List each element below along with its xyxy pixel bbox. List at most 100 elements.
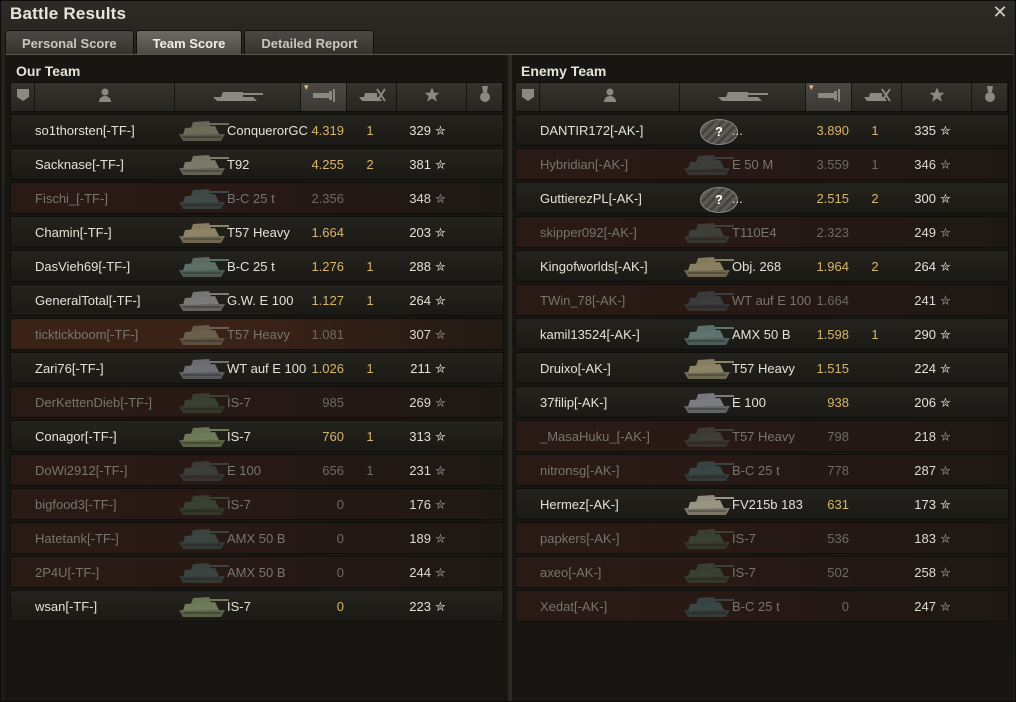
tank-name: WT auf E 100	[732, 293, 812, 308]
xp-star-icon: ✮	[435, 395, 446, 410]
table-row[interactable]: 37filip[-AK-] E 100 938 206 ✮	[515, 386, 1009, 418]
damage-value: 536	[827, 531, 849, 546]
tank-name: B-C 25 t	[732, 599, 780, 614]
tank-icon	[680, 150, 734, 178]
window-title: Battle Results	[10, 4, 127, 23]
tank-icon	[680, 286, 734, 314]
tank-icon	[175, 524, 229, 552]
sort-descending-icon: ▾	[304, 82, 309, 92]
table-row[interactable]: GuttierezPL[-AK-]?... 2.515 2 300 ✮	[515, 182, 1009, 214]
enemy-team-header-tank[interactable]	[680, 83, 806, 111]
table-row[interactable]: axeo[-AK-] IS-7 502 258 ✮	[515, 556, 1009, 588]
tank-icon	[680, 422, 734, 450]
xp-star-icon: ✮	[940, 157, 951, 172]
player-name: Hybridian[-AK-]	[540, 157, 629, 172]
table-row[interactable]: papkers[-AK-] IS-7 536 183 ✮	[515, 522, 1009, 554]
table-row[interactable]: skipper092[-AK-] T110E4 2.323 249 ✮	[515, 216, 1009, 248]
player-name: TWin_78[-AK-]	[540, 293, 626, 308]
tank-icon	[175, 116, 229, 144]
tank-name: IS-7	[227, 497, 251, 512]
table-row[interactable]: Conagor[-TF-] IS-7 760 1 313 ✮	[10, 420, 504, 452]
player-name: Hermez[-AK-]	[540, 497, 619, 512]
enemy-team-header-frags[interactable]	[852, 83, 902, 111]
tank-name: T57 Heavy	[732, 429, 795, 444]
tank-name: E 100	[227, 463, 261, 478]
xp-star-icon: ✮	[435, 259, 446, 274]
tank-name: T57 Heavy	[227, 327, 290, 342]
tank-name: AMX 50 B	[227, 565, 286, 580]
table-row[interactable]: Chamin[-TF-] T57 Heavy 1.664 203 ✮	[10, 216, 504, 248]
tank-name: T57 Heavy	[732, 361, 795, 376]
tank-name: T57 Heavy	[227, 225, 290, 240]
xp-value: 264	[409, 293, 431, 308]
table-row[interactable]: DerKettenDieb[-TF-] IS-7 985 269 ✮	[10, 386, 504, 418]
our-team-header-medal[interactable]	[467, 83, 503, 111]
table-row[interactable]: DANTIR172[-AK-]?... 3.890 1 335 ✮	[515, 114, 1009, 146]
table-row[interactable]: Sacknase[-TF-] T92 4.255 2 381 ✮	[10, 148, 504, 180]
enemy-team-header-damage[interactable]: ▾	[806, 82, 852, 111]
enemy-team-header-xp-star[interactable]	[902, 83, 972, 111]
table-row[interactable]: Hybridian[-AK-] E 50 M 3.559 1 346 ✮	[515, 148, 1009, 180]
damage-value: 2.515	[816, 191, 849, 206]
xp-value: 249	[914, 225, 936, 240]
table-row[interactable]: GeneralTotal[-TF-] G.W. E 100 1.127 1 264 ✮	[10, 284, 504, 316]
xp-star-icon: ✮	[940, 565, 951, 580]
tab-team-score[interactable]: Team Score	[135, 30, 243, 54]
our-team-header-tank[interactable]	[175, 83, 301, 111]
our-team-header-player[interactable]	[35, 83, 175, 111]
damage-value: 631	[827, 497, 849, 512]
our-team-header-frags[interactable]	[347, 83, 397, 111]
tank-icon	[680, 320, 734, 348]
enemy-team-header-platoon[interactable]	[516, 83, 540, 111]
table-row[interactable]: Xedat[-AK-] B-C 25 t 0 247 ✮	[515, 590, 1009, 622]
tank-name: IS-7	[227, 395, 251, 410]
xp-value: 244	[409, 565, 431, 580]
table-row[interactable]: ticktickboom[-TF-] T57 Heavy 1.081 307 ✮	[10, 318, 504, 350]
our-team-header-damage[interactable]: ▾	[301, 82, 347, 111]
enemy-team-panel: Enemy Team ▾ DANTIR172[-AK-]?... 3.890 1 33…	[515, 55, 1009, 701]
xp-star-icon: ✮	[940, 225, 951, 240]
table-row[interactable]: Hermez[-AK-] FV215b 183 631 173 ✮	[515, 488, 1009, 520]
table-row[interactable]: Zari76[-TF-] WT auf E 100 1.026 1 211 ✮	[10, 352, 504, 384]
enemy-team-header-medal[interactable]	[972, 83, 1008, 111]
our-team-header-xp-star[interactable]	[397, 83, 467, 111]
tank-name: ...	[732, 191, 743, 206]
tank-name: IS-7	[732, 565, 756, 580]
xp-star-icon: ✮	[940, 463, 951, 478]
xp-star-icon	[928, 86, 946, 109]
table-row[interactable]: DoWi2912[-TF-] E 100 656 1 231 ✮	[10, 454, 504, 486]
xp-star-icon: ✮	[940, 191, 951, 206]
our-team-header-platoon[interactable]	[11, 83, 35, 111]
damage-value: 0	[336, 531, 344, 546]
xp-value: 223	[409, 599, 431, 614]
tank-icon	[175, 558, 229, 586]
platoon-icon	[16, 87, 30, 108]
table-row[interactable]: so1thorsten[-TF-] ConquerorGC 4.319 1 329 ✮	[10, 114, 504, 146]
table-row[interactable]: TWin_78[-AK-] WT auf E 100 1.664 241 ✮	[515, 284, 1009, 316]
xp-star-icon: ✮	[940, 259, 951, 274]
player-name: 2P4U[-TF-]	[35, 565, 100, 580]
table-row[interactable]: 2P4U[-TF-] AMX 50 B 0 244 ✮	[10, 556, 504, 588]
table-row[interactable]: DasVieh69[-TF-] B-C 25 t 1.276 1 288 ✮	[10, 250, 504, 282]
xp-star-icon	[423, 86, 441, 109]
damage-value: 1.276	[311, 259, 344, 274]
medal-icon	[479, 85, 491, 109]
xp-star-icon: ✮	[435, 225, 446, 240]
table-row[interactable]: nitronsg[-AK-] B-C 25 t 778 287 ✮	[515, 454, 1009, 486]
tab-detailed-report[interactable]: Detailed Report	[244, 30, 375, 54]
table-row[interactable]: wsan[-TF-] IS-7 0 223 ✮	[10, 590, 504, 622]
table-row[interactable]: bigfood3[-TF-] IS-7 0 176 ✮	[10, 488, 504, 520]
tab-personal-score[interactable]: Personal Score	[5, 30, 134, 54]
our-team-title: Our Team	[16, 63, 81, 79]
close-icon[interactable]: ✕	[991, 3, 1009, 21]
table-row[interactable]: kamil13524[-AK-] AMX 50 B 1.598 1 290 ✮	[515, 318, 1009, 350]
xp-value: 290	[914, 327, 936, 342]
table-row[interactable]: Hatetank[-TF-] AMX 50 B 0 189 ✮	[10, 522, 504, 554]
table-row[interactable]: Fischi_[-TF-] B-C 25 t 2.356 348 ✮	[10, 182, 504, 214]
table-row[interactable]: _MasaHuku_[-AK-] T57 Heavy 798 218 ✮	[515, 420, 1009, 452]
tank-name: IS-7	[227, 429, 251, 444]
enemy-team-header-player[interactable]	[540, 83, 680, 111]
player-name: nitronsg[-AK-]	[540, 463, 620, 478]
table-row[interactable]: Druixo[-AK-] T57 Heavy 1.515 224 ✮	[515, 352, 1009, 384]
table-row[interactable]: Kingofworlds[-AK-] Obj. 268 1.964 2 264 ✮	[515, 250, 1009, 282]
